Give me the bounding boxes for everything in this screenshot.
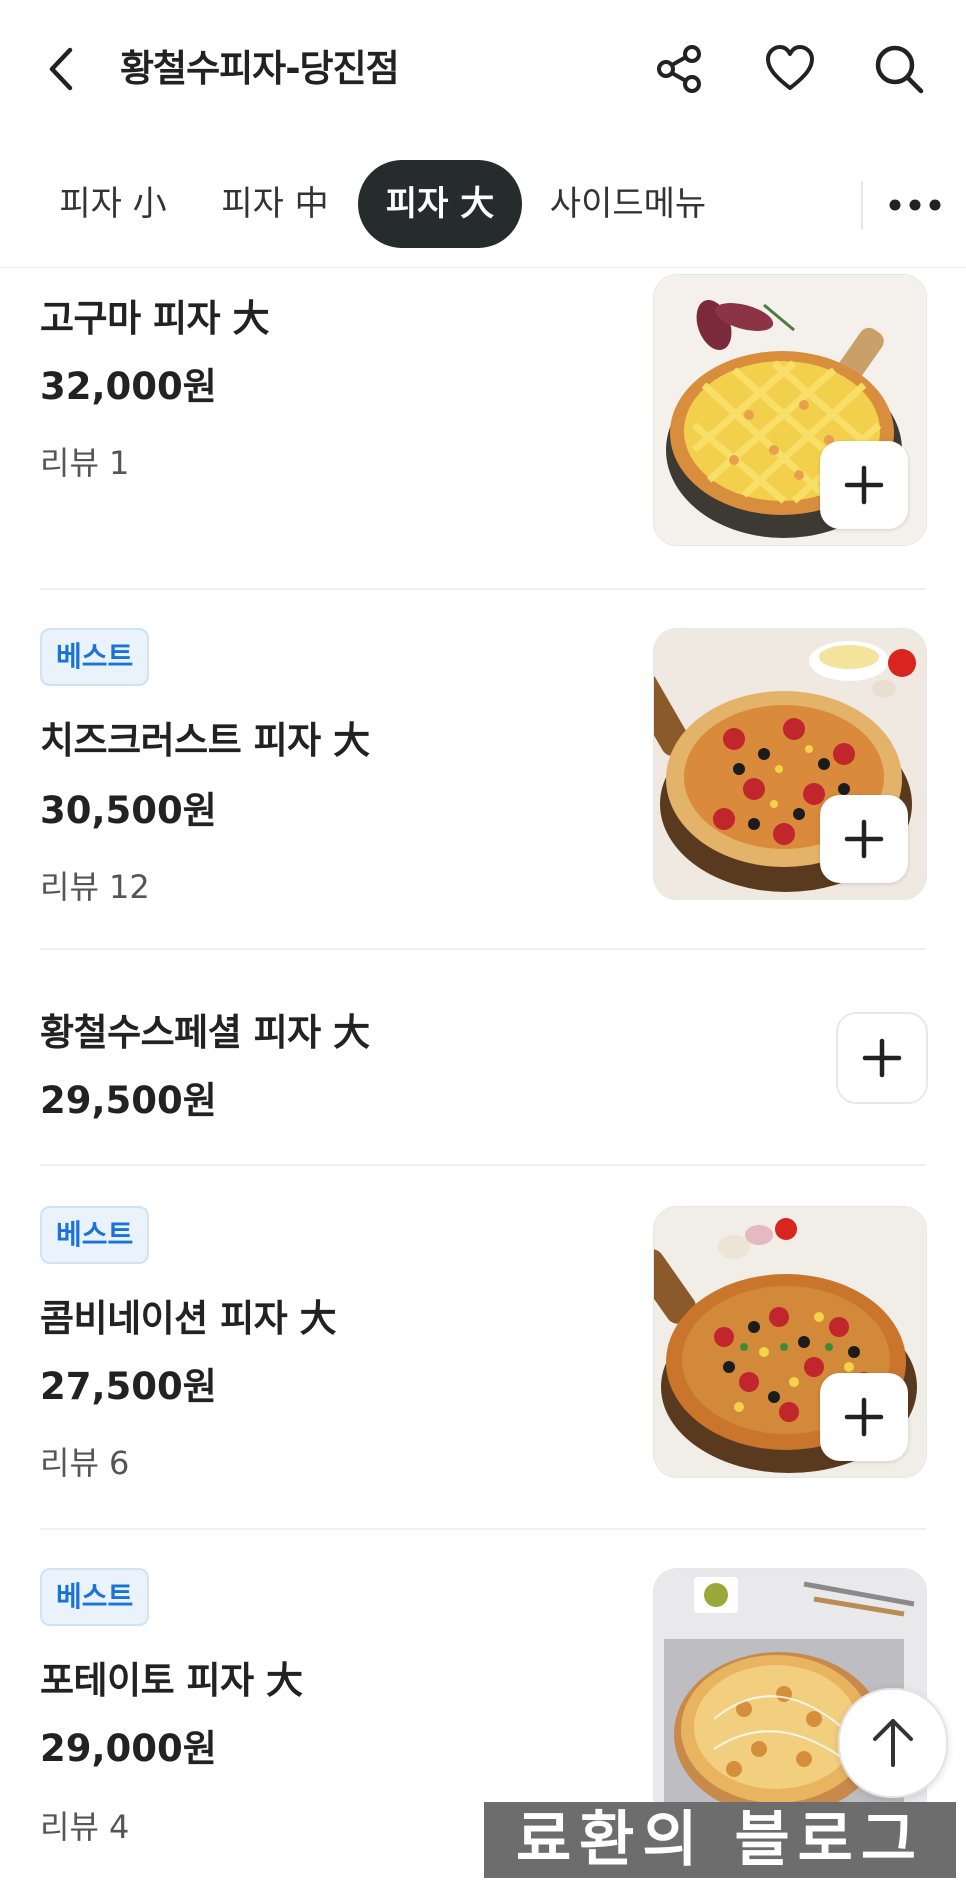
- item-price: 29,000원: [40, 1727, 217, 1770]
- add-to-cart-button[interactable]: [836, 1012, 928, 1104]
- favorite-button[interactable]: [763, 42, 817, 96]
- scroll-to-top-button[interactable]: [838, 1688, 948, 1798]
- menu-item[interactable]: 베스트 콤비네이션 피자 大 27,500원 리뷰 6: [0, 1206, 966, 1528]
- item-review-count: 리뷰 4: [40, 1808, 130, 1846]
- menu-item[interactable]: 베스트 치즈크러스트 피자 大 30,500원 리뷰 12: [0, 628, 966, 948]
- category-tabs: 피자 小 피자 中 피자 大 사이드메뉴: [0, 145, 966, 268]
- item-price: 32,000원: [40, 365, 217, 408]
- item-name: 콤비네이션 피자 大: [40, 1297, 337, 1340]
- plus-icon: [844, 1397, 884, 1437]
- tab-divider: [861, 181, 863, 229]
- blog-watermark: 료환의 블로그: [484, 1802, 956, 1878]
- item-price: 27,500원: [40, 1365, 217, 1408]
- tab-pizza-small[interactable]: 피자 小: [48, 160, 178, 248]
- add-to-cart-button[interactable]: [820, 1373, 908, 1461]
- item-image: [653, 628, 927, 900]
- search-button[interactable]: [872, 42, 926, 96]
- plus-icon: [862, 1038, 902, 1078]
- arrow-up-icon: [873, 1719, 913, 1767]
- heart-icon: [766, 45, 814, 90]
- back-button[interactable]: [38, 44, 88, 94]
- share-button[interactable]: [652, 42, 706, 96]
- item-review-count: 리뷰 1: [40, 444, 130, 482]
- tab-side-menu[interactable]: 사이드메뉴: [548, 160, 708, 248]
- menu-item[interactable]: 황철수스페셜 피자 大 29,500원: [0, 990, 966, 1166]
- more-tabs-button[interactable]: [880, 175, 950, 235]
- item-divider: [40, 1528, 926, 1530]
- item-divider: [40, 588, 926, 590]
- tab-pizza-large[interactable]: 피자 大: [358, 160, 522, 248]
- item-name: 고구마 피자 大: [40, 297, 269, 340]
- menu-item[interactable]: 고구마 피자 大 32,000원 리뷰 1: [0, 270, 966, 588]
- plus-icon: [844, 819, 884, 859]
- chevron-left-icon: [49, 47, 73, 91]
- item-name: 포테이토 피자 大: [40, 1659, 303, 1702]
- item-price: 29,500원: [40, 1079, 217, 1122]
- item-price: 30,500원: [40, 789, 217, 832]
- add-to-cart-button[interactable]: [820, 795, 908, 883]
- item-image: [653, 1206, 927, 1478]
- item-name: 황철수스페셜 피자 大: [40, 1011, 370, 1054]
- add-to-cart-button[interactable]: [820, 441, 908, 529]
- more-dots-icon: [889, 199, 941, 211]
- item-divider: [40, 1164, 926, 1166]
- best-badge: 베스트: [40, 1206, 150, 1264]
- best-badge: 베스트: [40, 628, 150, 686]
- best-badge: 베스트: [40, 1568, 150, 1626]
- search-icon: [875, 45, 924, 94]
- item-divider: [40, 948, 926, 950]
- item-name: 치즈크러스트 피자 大: [40, 719, 370, 762]
- item-image: [653, 274, 927, 546]
- share-icon: [657, 45, 701, 93]
- page-title: 황철수피자-당진점: [120, 47, 400, 90]
- plus-icon: [844, 465, 884, 505]
- app-header: 황철수피자-당진점: [0, 0, 966, 135]
- item-review-count: 리뷰 12: [40, 868, 150, 906]
- item-review-count: 리뷰 6: [40, 1444, 130, 1482]
- tab-pizza-medium[interactable]: 피자 中: [210, 160, 340, 248]
